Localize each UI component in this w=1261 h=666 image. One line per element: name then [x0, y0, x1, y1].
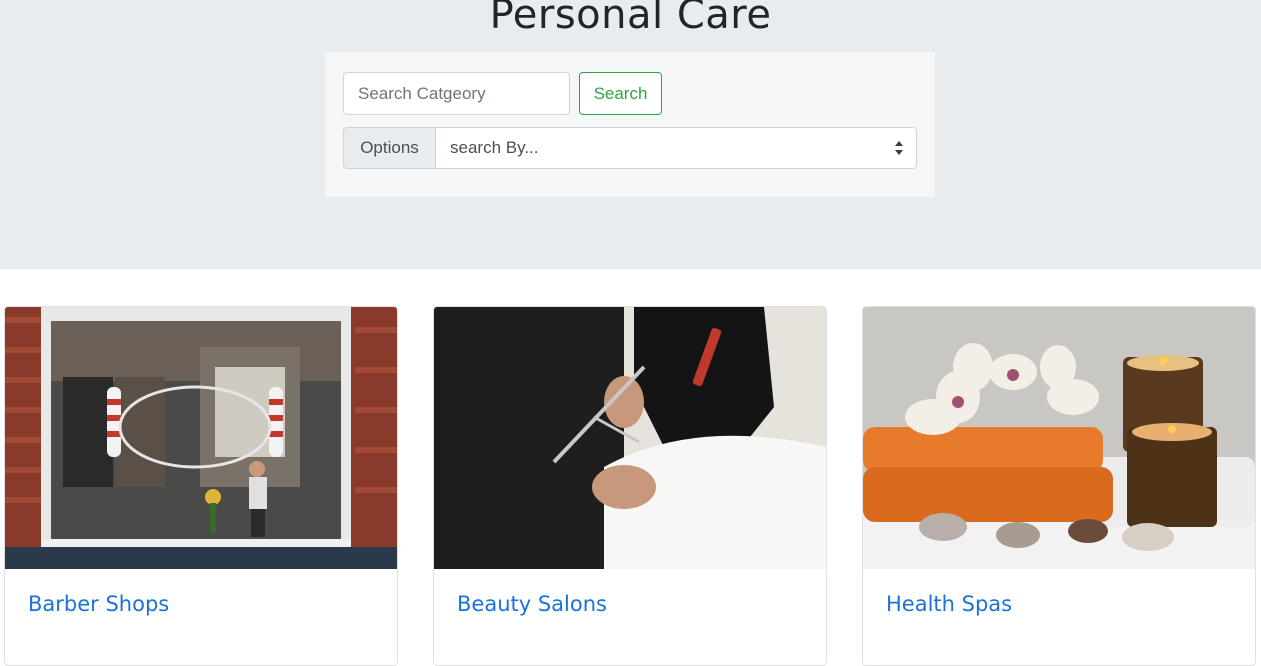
card-title-beauty-salons[interactable]: Beauty Salons	[457, 592, 607, 616]
card-beauty-salons[interactable]: Beauty Salons	[433, 306, 827, 666]
select-value: search By...	[450, 138, 539, 157]
search-input[interactable]	[343, 72, 570, 115]
card-title-health-spas[interactable]: Health Spas	[886, 592, 1012, 616]
card-barber-shops[interactable]: Barber Shops	[4, 306, 398, 666]
search-by-select[interactable]: search By...	[435, 127, 917, 169]
page-title: Personal Care	[489, 0, 772, 38]
health-spa-image	[863, 307, 1255, 569]
barber-shop-image	[5, 307, 397, 569]
card-title-barber-shops[interactable]: Barber Shops	[28, 592, 169, 616]
card-health-spas[interactable]: Health Spas	[862, 306, 1256, 666]
search-panel: Search Options search By...	[325, 52, 935, 197]
hero-section: Personal Care Search Options search By..…	[0, 0, 1261, 269]
options-label: Options	[343, 127, 435, 169]
select-caret-icon	[895, 141, 903, 155]
beauty-salon-image	[434, 307, 826, 569]
options-group: Options search By...	[343, 127, 917, 169]
search-button[interactable]: Search	[579, 72, 662, 115]
